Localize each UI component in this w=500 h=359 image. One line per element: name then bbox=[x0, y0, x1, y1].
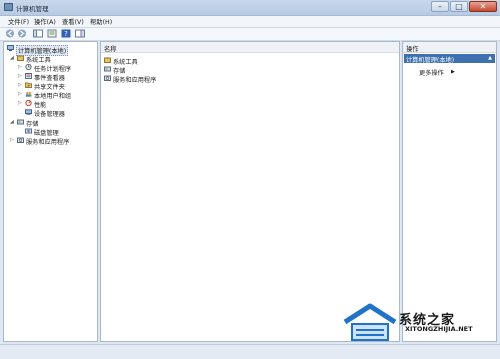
tools-icon bbox=[17, 55, 24, 61]
tree-item-local-users-groups[interactable]: ▷ 本地用户和组 bbox=[18, 90, 96, 100]
title-bar[interactable]: 计算机管理 – □ ✕ bbox=[0, 0, 500, 16]
collapsed-arrow-icon[interactable]: ▷ bbox=[10, 137, 14, 143]
collapsed-arrow-icon[interactable]: ▷ bbox=[18, 100, 22, 106]
window-controls: – □ ✕ bbox=[431, 1, 497, 12]
collapsed-arrow-icon[interactable]: ▷ bbox=[18, 64, 22, 70]
tree-item-task-scheduler[interactable]: ▷ 任务计划程序 bbox=[18, 63, 96, 73]
menu-file[interactable]: 文件(F) bbox=[8, 17, 29, 26]
more-actions-label: 更多操作 bbox=[419, 69, 444, 77]
watermark-house-logo bbox=[343, 303, 397, 341]
submenu-arrow-icon: ▶ bbox=[451, 68, 455, 75]
back-arrow-icon[interactable] bbox=[5, 29, 15, 38]
menu-view[interactable]: 查看(V) bbox=[62, 17, 84, 26]
actions-section-label: 计算机管理(本地) bbox=[406, 57, 455, 64]
status-bar bbox=[0, 344, 500, 359]
column-header-name[interactable]: 名称 bbox=[104, 44, 117, 53]
tree-item-storage[interactable]: ◢ 存储 bbox=[10, 118, 95, 128]
expanded-arrow-icon[interactable]: ◢ bbox=[10, 55, 14, 61]
list-item[interactable]: 系统工具 bbox=[104, 56, 224, 66]
svg-text:?: ? bbox=[64, 30, 68, 38]
minimize-icon: – bbox=[438, 2, 442, 11]
collapsed-arrow-icon[interactable]: ▷ bbox=[18, 82, 22, 88]
services-icon bbox=[17, 137, 24, 143]
tree-item-event-viewer[interactable]: ▷ 事件查看器 bbox=[18, 72, 96, 82]
window-title: 计算机管理 bbox=[16, 5, 49, 13]
close-icon: ✕ bbox=[479, 2, 487, 11]
menu-bar: 文件(F) 操作(A) 查看(V) 帮助(H) bbox=[0, 16, 500, 28]
tree-item-device-manager[interactable]: 设备管理器 bbox=[18, 108, 96, 118]
forward-arrow-icon[interactable] bbox=[17, 29, 27, 38]
computer-management-window: 计算机管理 – □ ✕ 文件(F) 操作(A) 查看(V) 帮助(H) ? 计算… bbox=[0, 0, 500, 359]
computer-management-icon bbox=[4, 3, 13, 11]
shared-folder-icon bbox=[25, 82, 32, 88]
content-pane: 名称 系统工具 存储 服务和应用程序 bbox=[100, 41, 400, 342]
more-actions-item[interactable]: 更多操作 ▶ bbox=[419, 67, 489, 77]
tree-item-label: 设备管理器 bbox=[34, 110, 65, 118]
actions-pane: 操作 计算机管理(本地) ▲ 更多操作 ▶ bbox=[402, 41, 497, 342]
maximize-button[interactable]: □ bbox=[450, 1, 468, 12]
column-header-row[interactable]: 名称 bbox=[101, 42, 399, 53]
tree-item-services-applications[interactable]: ▷ 服务和应用程序 bbox=[10, 136, 95, 146]
maximize-icon: □ bbox=[455, 2, 463, 11]
show-hide-tree-icon[interactable] bbox=[33, 29, 43, 38]
tools-icon bbox=[104, 57, 111, 63]
tree-item-performance[interactable]: ▷ 性能 bbox=[18, 99, 96, 109]
storage-icon bbox=[17, 119, 24, 125]
expanded-arrow-icon[interactable]: ◢ bbox=[10, 119, 14, 125]
collapse-arrow-icon[interactable]: ▲ bbox=[488, 55, 492, 61]
menu-help[interactable]: 帮助(H) bbox=[90, 17, 112, 26]
tree-item-label: 服务和应用程序 bbox=[26, 138, 70, 146]
tree-item-disk-management[interactable]: 磁盘管理 bbox=[18, 127, 96, 137]
actions-header: 操作 bbox=[403, 42, 496, 53]
computer-icon bbox=[7, 45, 14, 51]
device-manager-icon bbox=[25, 109, 32, 115]
actions-section-selected[interactable]: 计算机管理(本地) ▲ bbox=[404, 54, 495, 64]
services-icon bbox=[104, 75, 111, 81]
menu-action[interactable]: 操作(A) bbox=[34, 17, 56, 26]
list-item[interactable]: 存储 bbox=[104, 65, 224, 75]
clock-icon bbox=[25, 64, 32, 70]
minimize-button[interactable]: – bbox=[431, 1, 449, 12]
event-viewer-icon bbox=[25, 73, 32, 79]
navigation-tree-pane: 计算机管理(本地) ◢ 系统工具 ▷ 任务计划程序 ▷ 事件查看器 ▷ 共享文件… bbox=[3, 41, 98, 342]
properties-icon[interactable] bbox=[47, 29, 57, 38]
action-pane-icon[interactable] bbox=[75, 29, 85, 38]
help-icon[interactable]: ? bbox=[61, 29, 71, 38]
actions-header-label: 操作 bbox=[406, 45, 419, 53]
close-button[interactable]: ✕ bbox=[469, 1, 497, 12]
watermark-url: XITONGZHIJIA.NET bbox=[405, 325, 473, 333]
tree-item-system-tools[interactable]: ◢ 系统工具 bbox=[10, 54, 95, 64]
disk-icon bbox=[25, 128, 32, 134]
storage-icon bbox=[104, 66, 111, 72]
collapsed-arrow-icon[interactable]: ▷ bbox=[18, 91, 22, 97]
list-item[interactable]: 服务和应用程序 bbox=[104, 74, 224, 84]
tree-root[interactable]: 计算机管理(本地) bbox=[7, 44, 95, 56]
performance-icon bbox=[25, 100, 32, 106]
users-icon bbox=[25, 91, 32, 97]
tree-item-shared-folders[interactable]: ▷ 共享文件夹 bbox=[18, 81, 96, 91]
list-item-label: 服务和应用程序 bbox=[113, 76, 157, 84]
toolbar: ? bbox=[0, 28, 500, 41]
collapsed-arrow-icon[interactable]: ▷ bbox=[18, 73, 22, 79]
